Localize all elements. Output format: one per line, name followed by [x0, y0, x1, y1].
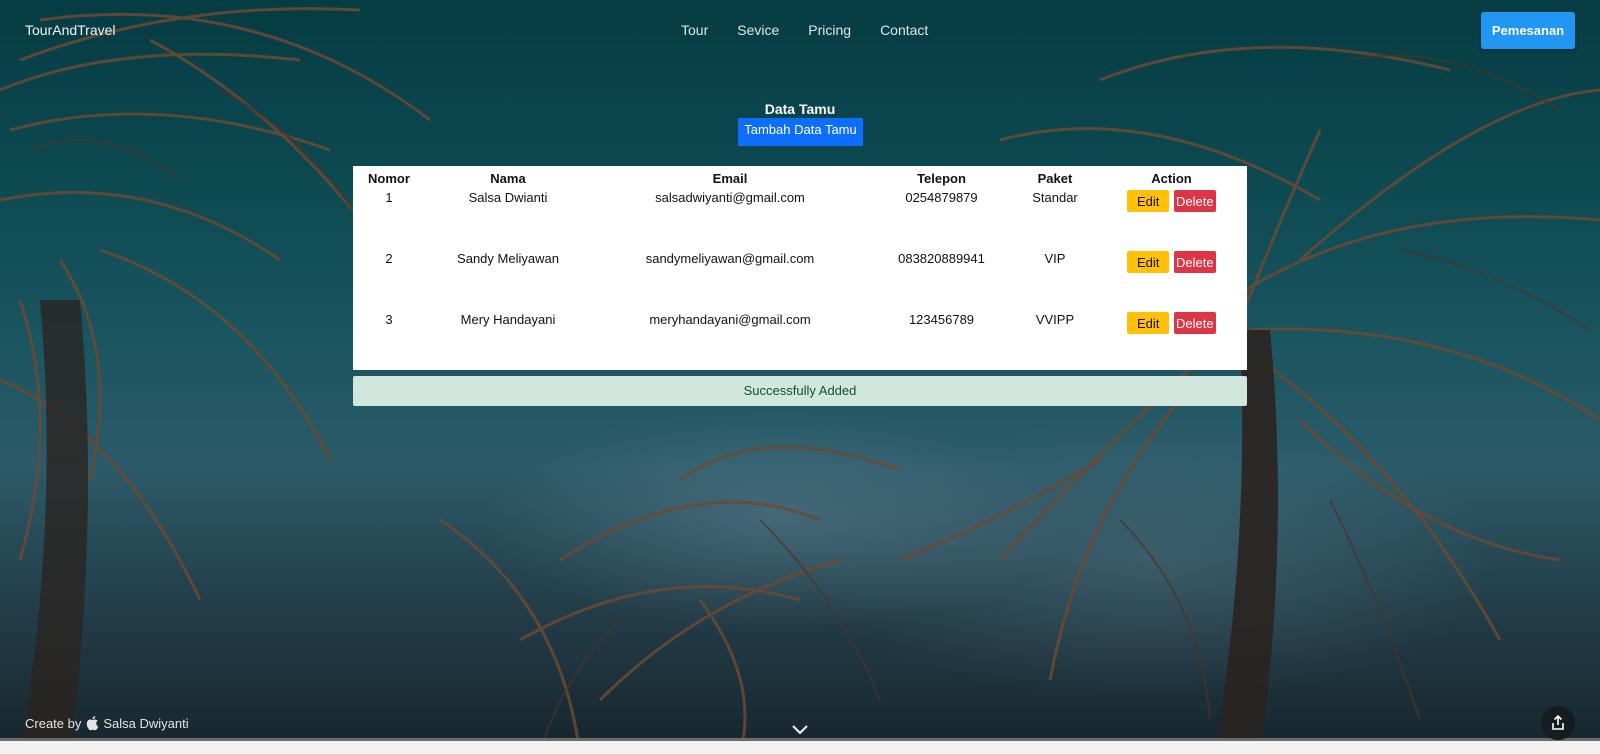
success-alert: Successfully Added — [353, 376, 1247, 406]
cell-telepon: 0254879879 — [905, 190, 978, 205]
cell-email: salsadwiyanti@gmail.com — [655, 190, 805, 205]
nav-links: Tour Sevice Pricing Contact — [681, 22, 928, 38]
footer-credit: Create by Salsa Dwiyanti — [25, 715, 189, 731]
apple-icon — [87, 716, 99, 731]
page-title: Data Tamu — [764, 101, 836, 117]
cell-action: Edit Delete — [1096, 312, 1247, 373]
scroll-down-chevron[interactable] — [792, 722, 808, 740]
cell-nama: Sandy Meliyawan — [457, 251, 559, 266]
cell-action: Edit Delete — [1096, 190, 1247, 251]
cell-email: sandymeliyawan@gmail.com — [645, 251, 815, 266]
share-button[interactable] — [1541, 706, 1575, 740]
cell-paket: VVIPP — [1035, 312, 1075, 327]
chevron-down-icon — [792, 725, 808, 735]
edit-button[interactable]: Edit — [1127, 312, 1170, 334]
cell-email: meryhandayani@gmail.com — [649, 312, 811, 327]
cell-action: Edit Delete — [1096, 251, 1247, 312]
add-guest-button-label: Tambah Data Tamu — [744, 122, 857, 137]
header-telepon: Telepon — [917, 170, 966, 186]
table-row: 2 Sandy Meliyawan sandymeliyawan@gmail.c… — [353, 251, 1247, 312]
delete-button[interactable]: Delete — [1173, 251, 1216, 273]
guest-table: Nomor Nama Email Telepon Paket Action 1 … — [353, 166, 1247, 373]
table-row: 3 Mery Handayani meryhandayani@gmail.com… — [353, 312, 1247, 373]
credit-name: Salsa Dwiyanti — [103, 715, 189, 731]
edit-button[interactable]: Edit — [1127, 251, 1170, 273]
page-bottom-border — [0, 738, 1600, 754]
cell-nomor: 1 — [385, 190, 393, 205]
cell-telepon: 083820889941 — [898, 251, 985, 266]
guest-table-container: Nomor Nama Email Telepon Paket Action 1 … — [353, 166, 1247, 370]
header-email: Email — [712, 170, 748, 186]
edit-button[interactable]: Edit — [1127, 190, 1170, 212]
cell-nomor: 3 — [385, 312, 393, 327]
share-icon — [1552, 715, 1564, 730]
cell-nama: Salsa Dwianti — [468, 190, 548, 205]
delete-button[interactable]: Delete — [1173, 190, 1216, 212]
header-action: Action — [1151, 170, 1192, 186]
cell-nomor: 2 — [385, 251, 393, 266]
cell-paket: Standar — [1032, 190, 1078, 205]
add-guest-button[interactable]: Tambah Data Tamu — [738, 118, 863, 146]
cell-telepon: 123456789 — [908, 312, 975, 327]
table-row: 1 Salsa Dwianti salsadwiyanti@gmail.com … — [353, 190, 1247, 251]
nav-link-service[interactable]: Sevice — [737, 22, 779, 38]
cell-nama: Mery Handayani — [460, 312, 556, 327]
header-paket: Paket — [1037, 170, 1073, 186]
header-nama: Nama — [490, 170, 526, 186]
nav-link-tour[interactable]: Tour — [681, 22, 708, 38]
brand-logo[interactable]: TourAndTravel — [25, 22, 116, 38]
navbar: TourAndTravel Tour Sevice Pricing Contac… — [0, 0, 1600, 62]
credit-prefix: Create by — [25, 715, 82, 731]
nav-link-pricing[interactable]: Pricing — [808, 22, 851, 38]
cell-paket: VIP — [1044, 251, 1066, 266]
delete-button[interactable]: Delete — [1173, 312, 1216, 334]
nav-link-contact[interactable]: Contact — [880, 22, 928, 38]
order-button[interactable]: Pemesanan — [1481, 12, 1575, 49]
header-nomor: Nomor — [368, 170, 410, 186]
table-header-row: Nomor Nama Email Telepon Paket Action — [353, 166, 1247, 190]
